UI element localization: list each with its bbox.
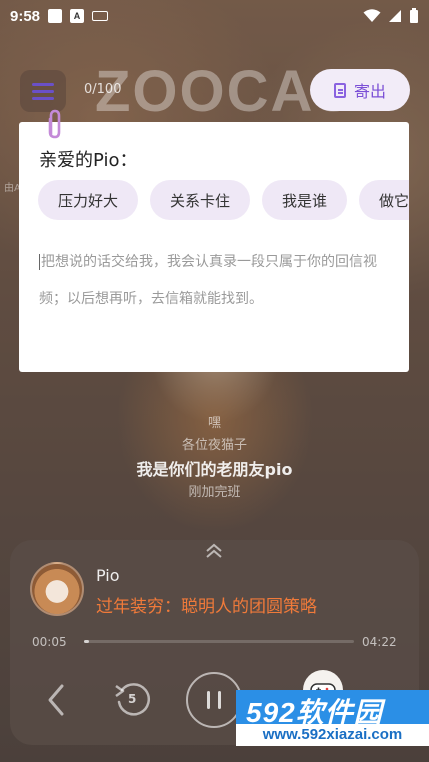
notification-square-icon: [48, 9, 63, 23]
pause-bar-icon: [207, 691, 210, 709]
previous-icon[interactable]: [42, 680, 72, 720]
track-title: 过年装穷：聪明人的团圆策略: [96, 597, 317, 617]
pause-button[interactable]: [186, 672, 242, 728]
paperclip-icon: [48, 109, 61, 139]
battery-icon: [410, 8, 418, 23]
text-cursor: [39, 254, 40, 270]
letter-text-input[interactable]: 把想说的话交给我，我会认真录一段只属于你的回信视频；以后想再听，去信箱就能找到。: [39, 244, 391, 318]
menu-line-icon: [32, 89, 54, 93]
total-time: 04:22: [362, 635, 397, 649]
menu-line-icon: [32, 82, 54, 86]
track-artist: Pio: [96, 566, 120, 585]
site-watermark: 592软件园 www.592xiazai.com: [236, 690, 429, 746]
topic-chip-row: 压力好大 关系卡住 我是谁 做它: [38, 180, 409, 220]
status-bar: 9:58 A: [0, 0, 429, 32]
progress-slider[interactable]: [84, 640, 354, 643]
keyboard-icon: [92, 11, 109, 21]
topic-chip[interactable]: 做它: [359, 180, 409, 220]
letter-input-placeholder: 把想说的话交给我，我会认真录一段只属于你的回信视频；以后想再听，去信箱就能找到。: [39, 254, 377, 307]
letter-card: 亲爱的Pio： 压力好大 关系卡住 我是谁 做它 把想说的话交给我，我会认真录一…: [19, 122, 409, 372]
replay-seconds: 5: [128, 692, 137, 706]
subtitle-line: 嘿: [207, 416, 221, 431]
wifi-icon: [363, 9, 381, 22]
letter-greeting: 亲爱的Pio：: [39, 150, 138, 171]
chevron-up-icon[interactable]: [202, 541, 226, 561]
topic-chip[interactable]: 我是谁: [262, 180, 348, 220]
subtitle-line-active: 我是你们的老朋友pio: [136, 460, 293, 479]
subtitle-line: 各位夜猫子: [181, 438, 247, 453]
topic-chip[interactable]: 压力好大: [38, 180, 139, 220]
ai-generated-note: 由AI生成: [4, 183, 20, 194]
notification-a-icon: A: [70, 9, 85, 23]
pause-bar-icon: [218, 691, 221, 709]
status-time: 9:58: [10, 7, 41, 25]
signal-icon: [389, 10, 401, 22]
current-time: 00:05: [32, 635, 67, 649]
progress-fill: [84, 640, 90, 643]
subtitle-line: 刚加完班: [188, 485, 241, 500]
send-button[interactable]: 寄出: [310, 69, 410, 111]
podcast-avatar[interactable]: [30, 562, 84, 616]
letter-icon: [333, 82, 346, 98]
send-button-label: 寄出: [353, 82, 386, 101]
watermark-url: www.592xiazai.com: [262, 726, 403, 743]
watermark-logo: 592软件园: [246, 697, 383, 728]
menu-line-icon: [32, 96, 54, 100]
character-counter: 0/100: [84, 82, 122, 97]
menu-button[interactable]: [20, 70, 66, 112]
topic-chip[interactable]: 关系卡住: [150, 180, 251, 220]
